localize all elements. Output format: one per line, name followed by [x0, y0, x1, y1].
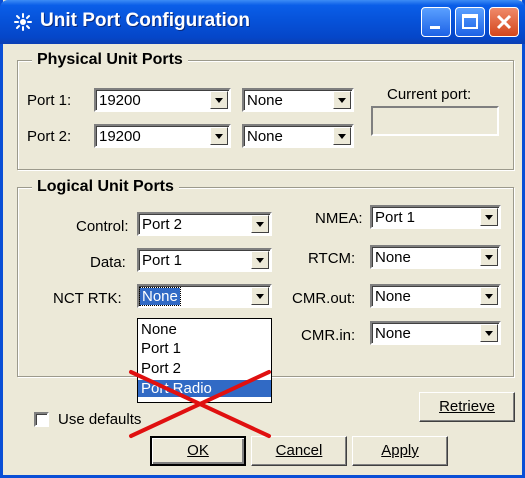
cmrin-select[interactable]: None	[370, 321, 501, 345]
port1-baud-select[interactable]: 19200	[94, 88, 231, 112]
apply-button[interactable]: Apply	[352, 436, 448, 466]
chevron-down-icon[interactable]	[480, 287, 498, 305]
cmrin-value: None	[375, 325, 411, 342]
minimize-button[interactable]	[421, 7, 451, 37]
apply-button-label: Apply	[381, 442, 419, 459]
cmrin-label: CMR.in:	[301, 327, 356, 344]
ok-button-label: OK	[187, 442, 209, 459]
dropdown-option[interactable]: None	[141, 321, 177, 338]
cancel-button[interactable]: Cancel	[251, 436, 347, 466]
chevron-down-icon[interactable]	[333, 127, 351, 145]
close-button[interactable]	[489, 7, 519, 37]
ncrtk-value: None	[139, 287, 181, 306]
nmea-select[interactable]: Port 1	[370, 205, 501, 229]
app-icon	[14, 13, 32, 31]
rtcm-value: None	[375, 249, 411, 266]
use-defaults-checkbox[interactable]	[34, 412, 49, 427]
port1-mode-value: None	[247, 92, 283, 109]
control-select[interactable]: Port 2	[137, 212, 272, 236]
current-port-field	[371, 106, 499, 136]
cmrout-label: CMR.out:	[292, 290, 356, 307]
port2-mode-select[interactable]: None	[242, 124, 354, 148]
physical-group-label: Physical Unit Ports	[32, 51, 188, 69]
control-label: Control:	[76, 218, 129, 235]
ncrtk-label: NCT RTK:	[53, 290, 122, 307]
maximize-button[interactable]	[455, 7, 485, 37]
chevron-down-icon[interactable]	[333, 91, 351, 109]
window-title: Unit Port Configuration	[40, 10, 251, 31]
title-bar[interactable]: Unit Port Configuration	[0, 0, 525, 44]
cmrout-select[interactable]: None	[370, 284, 501, 308]
ok-button[interactable]: OK	[150, 436, 246, 466]
unit-port-configuration-window: Unit Port Configuration Physical Unit Po…	[0, 0, 525, 478]
chevron-down-icon[interactable]	[251, 287, 269, 305]
data-select[interactable]: Port 1	[137, 248, 272, 272]
cmrout-value: None	[375, 288, 411, 305]
chevron-down-icon[interactable]	[480, 208, 498, 226]
close-icon	[496, 14, 512, 30]
ncrtk-select[interactable]: None	[137, 284, 272, 308]
minimize-icon	[430, 26, 440, 29]
cancel-button-label: Cancel	[275, 442, 323, 459]
port2-baud-value: 19200	[99, 128, 141, 145]
rtcm-label: RTCM:	[308, 250, 356, 267]
logical-group-label: Logical Unit Ports	[32, 178, 179, 196]
rtcm-select[interactable]: None	[370, 245, 501, 269]
current-port-label: Current port:	[387, 86, 472, 103]
port1-label: Port 1:	[27, 92, 72, 109]
retrieve-button[interactable]: Retrieve	[419, 392, 515, 422]
data-value: Port 1	[142, 252, 183, 269]
data-label: Data:	[90, 254, 126, 271]
chevron-down-icon[interactable]	[480, 248, 498, 266]
port2-label: Port 2:	[27, 128, 72, 145]
retrieve-button-label: Retrieve	[439, 398, 495, 415]
maximize-icon	[462, 14, 478, 29]
chevron-down-icon[interactable]	[251, 215, 269, 233]
red-cross-annotation-icon	[129, 370, 271, 438]
chevron-down-icon[interactable]	[210, 91, 228, 109]
chevron-down-icon[interactable]	[251, 251, 269, 269]
dropdown-option[interactable]: Port 1	[141, 340, 181, 357]
port2-baud-select[interactable]: 19200	[94, 124, 231, 148]
control-value: Port 2	[142, 216, 183, 233]
port1-mode-select[interactable]: None	[242, 88, 354, 112]
port1-baud-value: 19200	[99, 92, 141, 109]
chevron-down-icon[interactable]	[480, 324, 498, 342]
nmea-value: Port 1	[375, 209, 416, 226]
port2-mode-value: None	[247, 128, 283, 145]
chevron-down-icon[interactable]	[210, 127, 228, 145]
nmea-label: NMEA:	[315, 210, 363, 227]
